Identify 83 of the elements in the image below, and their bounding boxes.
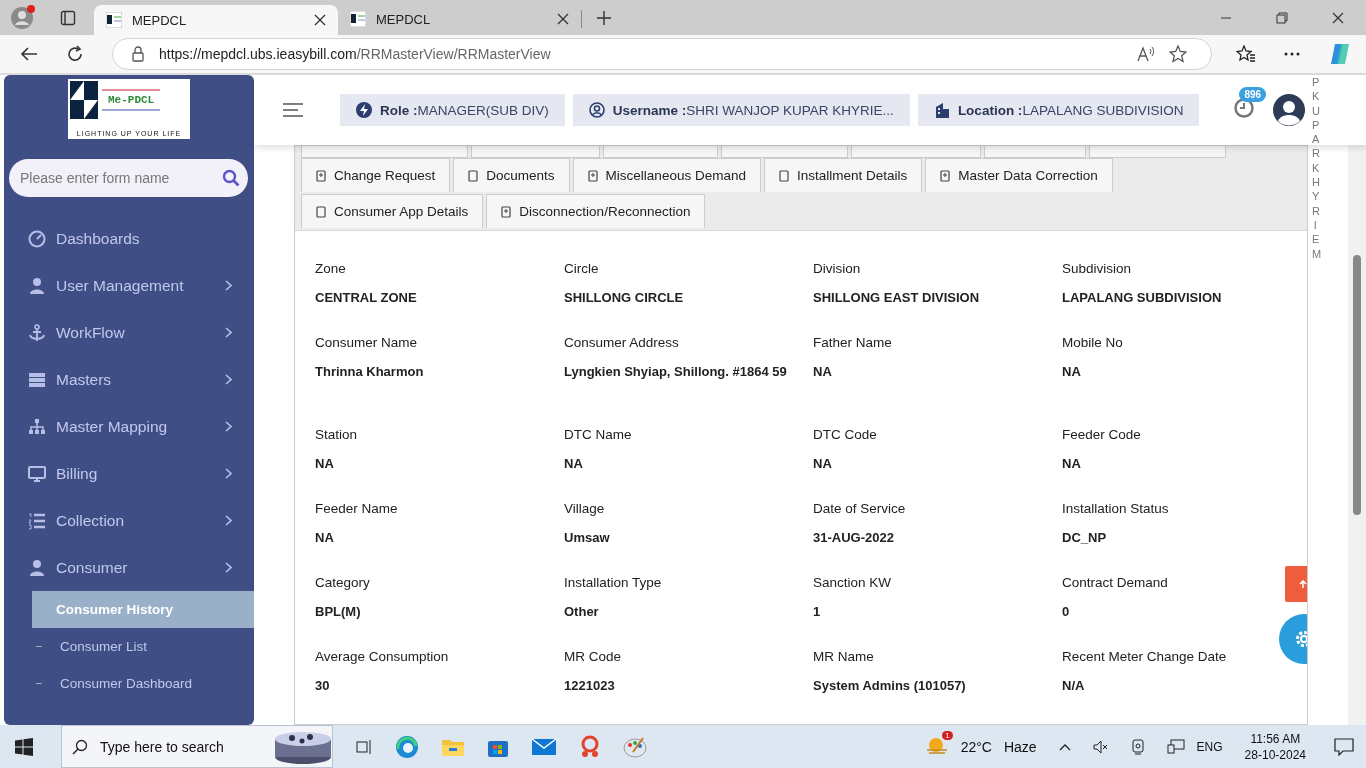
field-value: NA [1062,455,1082,473]
sidebar-item[interactable]: User Management [4,262,254,309]
field-value: Lyngkien Shyiap, Shillong. #1864 59 [564,363,788,381]
taskbar-search[interactable]: Type here to search [61,725,333,768]
clock-date: 28-10-2024 [1244,747,1306,762]
search-field[interactable]: Please enter form name [9,159,248,197]
field-label: DTC Code [813,427,877,442]
url-text: https://mepdcl.ubs.ieasybill.com/RRMasterView/RRMasterView [159,46,551,62]
field-label: Contract Demand [1062,575,1168,590]
search-input[interactable]: Please enter form name [18,169,222,187]
field-label: Installation Type [564,575,662,590]
field-value: CENTRAL ZONE [315,289,418,307]
tab[interactable]: Change Request [301,158,451,192]
field-label: Sanction KW [813,575,892,590]
sidebar-item[interactable]: Masters [4,356,254,403]
submenu-item[interactable]: Consumer Dashboard [32,665,254,702]
address-bar[interactable]: https://mepdcl.ubs.ieasybill.com/RRMasterView/RRMasterView [112,38,1212,70]
browser-tab[interactable]: MEPDCL [94,5,338,35]
field-label: Feeder Name [315,501,398,516]
browser-tab[interactable]: MEPDCL [338,10,582,28]
language[interactable]: ENG [1196,739,1223,754]
field-value: 0 [1062,603,1071,621]
sidebar-item[interactable]: Dashboards [4,215,254,262]
field-value: NA [813,363,833,381]
field-label: Consumer Address [564,335,679,350]
weather-text: Haze [1003,738,1037,755]
field-value: 1221023 [564,677,616,695]
field-value: 31-AUG-2022 [813,529,895,547]
field-label: Installation Status [1062,501,1169,516]
field-value: Umsaw [564,529,611,547]
field-label: Feeder Code [1062,427,1141,442]
tab[interactable]: Master Data Correction [925,158,1113,192]
field-value: 1 [813,603,822,621]
field-value: Thrinna Kharmon [315,363,425,381]
field-label: Category [315,575,370,590]
field-label: Division [813,261,861,276]
field-value: NA [813,455,833,473]
tab[interactable]: Documents [453,158,570,192]
sidebar-item[interactable]: Collection [4,497,254,544]
notification-count: 896 [1239,87,1267,102]
tab[interactable]: Installment Details [763,158,923,192]
field-label: Mobile No [1062,335,1123,350]
field-label: Zone [315,261,346,276]
field-label: Subdivision [1062,261,1132,276]
field-value: NA [315,455,335,473]
info-chip: Username :SHRI WANJOP KUPAR KHYRIE... [572,94,910,126]
field-label: Village [564,501,605,516]
submenu-item[interactable]: Consumer List [32,628,254,665]
field-label: MR Name [813,649,874,664]
alert-badge: 1 [942,731,953,740]
field-label: MR Code [564,649,622,664]
field-value: Other [564,603,600,621]
field-value: NA [1062,363,1082,381]
field-value: SHILLONG CIRCLE [564,289,685,307]
tab[interactable]: Consumer App Details [301,194,484,228]
field-value: DC_NP [1062,529,1108,547]
field-value: N/A [1062,677,1086,695]
field-value: NA [315,529,335,547]
field-value: LAPALANG SUBDIVISION [1062,289,1223,307]
sidebar-item[interactable]: WorkFlow [4,309,254,356]
field-label: Average Consumption [315,649,449,664]
field-value: BPL(M) [315,603,362,621]
sidebar-item[interactable]: Billing [4,450,254,497]
tab[interactable]: Disconnection/Reconnection [486,194,706,228]
info-chip: Location :LAPALANG SUBDIVISION [917,94,1200,126]
field-value: System Admins (101057) [813,677,967,695]
field-label: Consumer Name [315,335,418,350]
tab[interactable]: Miscellaneous Demand [572,158,761,192]
info-chip: Role :MANAGER(SUB DIV) [340,94,565,126]
field-label: Recent Meter Change Date [1062,649,1227,664]
field-label: Date of Service [813,501,906,516]
clock-time: 11:56 AM [1250,731,1301,746]
user-name: PKUPARKHYRIEM [1312,75,1319,261]
sidebar-item[interactable]: Master Mapping [4,403,254,450]
sidebar-item[interactable]: Consumer [4,544,254,591]
field-label: Station [315,427,358,442]
field-label: DTC Name [564,427,632,442]
field-value: NA [564,455,584,473]
field-value: 30 [315,677,331,695]
field-label: Father Name [813,335,892,350]
temperature: 22°C [960,738,992,755]
field-value: SHILLONG EAST DIVISION [813,289,981,307]
field-label: Circle [564,261,599,276]
